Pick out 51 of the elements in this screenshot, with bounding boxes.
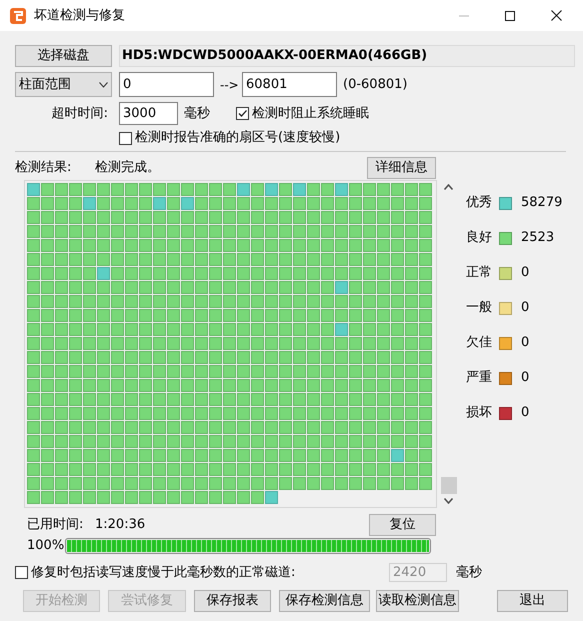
maximize-icon: [505, 10, 515, 20]
scroll-thumb[interactable]: [440, 477, 456, 494]
checkbox[interactable]: [119, 132, 132, 144]
result-label: 检测结果:: [15, 160, 72, 176]
progress-percent: 100%: [27, 538, 65, 554]
reset-button[interactable]: 复位: [369, 514, 436, 536]
elapsed-label: 已用时间:: [27, 517, 84, 533]
close-icon: [550, 10, 562, 21]
scroll-down-icon: [444, 498, 453, 504]
action-button[interactable]: 保存检测信息: [279, 590, 370, 612]
legend-count: 0: [521, 335, 530, 351]
range-end-field[interactable]: 60801: [242, 72, 337, 97]
checkbox[interactable]: [236, 107, 249, 120]
unit-label: 毫秒: [184, 106, 211, 122]
disk-name-field: HD5:WDCWD5000AAKX-00ERMA0(466GB): [119, 45, 575, 67]
legend-label: 一般: [466, 300, 493, 316]
caret-icon: [99, 82, 108, 88]
elapsed-time: 1:20:36: [95, 517, 146, 533]
legend-label: 欠佳: [466, 335, 493, 351]
action-button[interactable]: 读取检测信息: [376, 590, 459, 612]
legend-count: 0: [521, 300, 530, 316]
range-hint: (0-60801): [343, 76, 408, 92]
checkbox[interactable]: [15, 566, 28, 579]
legend-count: 0: [521, 265, 530, 281]
range-start-field[interactable]: 0: [119, 72, 214, 97]
legend-label: 良好: [466, 230, 493, 246]
legend-count: 2523: [521, 230, 554, 246]
legend-label: 损坏: [466, 405, 493, 421]
select-disk-button[interactable]: 选择磁盘: [15, 45, 112, 67]
result-status: 检测完成。: [95, 160, 161, 176]
legend-count: 58279: [521, 195, 562, 211]
legend-count: 0: [521, 370, 530, 386]
action-button[interactable]: 保存报表: [194, 590, 272, 612]
legend-label: 优秀: [466, 195, 493, 211]
details-button[interactable]: 详细信息: [367, 157, 436, 179]
arrow-label: -->: [220, 76, 240, 92]
action-button[interactable]: 退出: [496, 590, 568, 612]
repair-option-label: 修复时包括读写速度慢于此毫秒数的正常磁道:: [31, 564, 296, 580]
timeout-label: 超时时间:: [50, 106, 108, 122]
app-icon: [10, 8, 26, 24]
timeout-field[interactable]: 3000: [119, 102, 178, 125]
check-icon: [237, 108, 248, 119]
unit-label: 毫秒: [456, 564, 482, 580]
option-label: 检测时阻止系统睡眠: [252, 106, 369, 122]
legend-count: 0: [521, 405, 530, 421]
scroll-up-icon: [444, 184, 453, 190]
window-title: 坏道检测与修复: [34, 8, 125, 24]
legend-label: 正常: [466, 265, 493, 281]
range-dropdown[interactable]: 柱面范围: [15, 72, 112, 97]
legend-label: 严重: [466, 370, 493, 386]
option-label: 检测时报告准确的扇区号(速度较慢): [135, 130, 340, 146]
